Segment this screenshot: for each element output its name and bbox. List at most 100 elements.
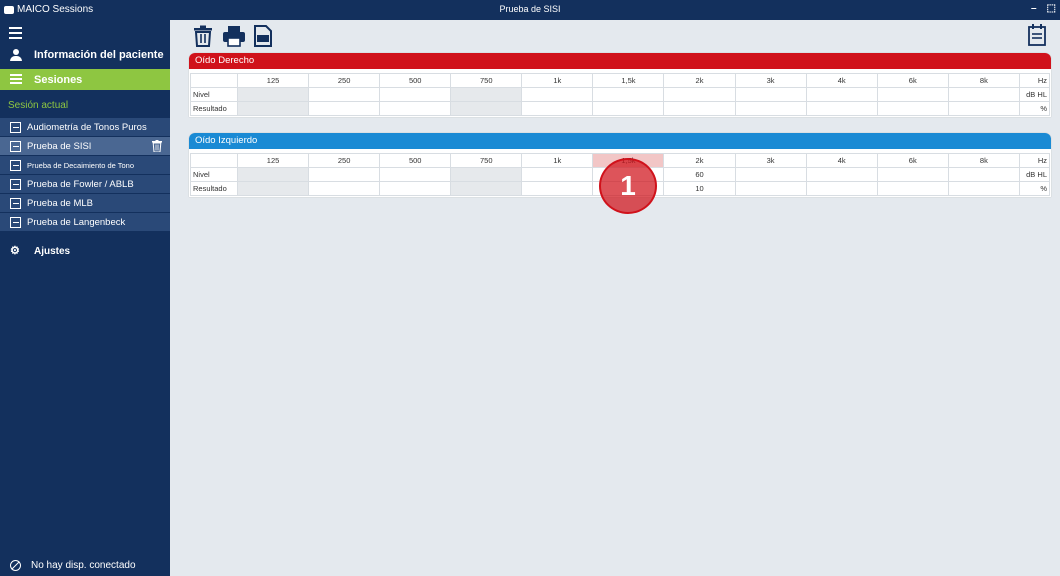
calendar-icon[interactable] bbox=[1028, 24, 1046, 46]
test-grid-icon bbox=[10, 140, 21, 152]
level-cell[interactable] bbox=[450, 87, 523, 102]
nav-patient-info-label: Información del paciente bbox=[34, 49, 164, 61]
delete-session-trash-icon[interactable] bbox=[193, 25, 213, 47]
level-cell[interactable] bbox=[521, 87, 594, 102]
sidebar-item-mlb[interactable]: Prueba de MLB bbox=[0, 194, 170, 213]
freq-header: 500 bbox=[379, 153, 452, 168]
result-cell[interactable]: 10 bbox=[663, 181, 736, 196]
test-grid-icon bbox=[10, 178, 21, 190]
right-ear-title: Oído Derecho bbox=[189, 53, 1051, 69]
result-cell[interactable] bbox=[450, 101, 523, 116]
freq-header: 4k bbox=[805, 153, 878, 168]
level-cell[interactable] bbox=[947, 167, 1021, 182]
freq-header: 125 bbox=[236, 73, 310, 88]
result-cell[interactable] bbox=[236, 181, 310, 196]
level-cell[interactable] bbox=[592, 87, 665, 102]
result-cell[interactable] bbox=[379, 101, 452, 116]
sidebar-item-fowler[interactable]: Prueba de Fowler / ABLB bbox=[0, 175, 170, 194]
result-cell[interactable] bbox=[805, 181, 878, 196]
result-cell[interactable] bbox=[734, 181, 807, 196]
freq-header: 250 bbox=[308, 73, 381, 88]
level-cell[interactable] bbox=[876, 87, 949, 102]
freq-header: 3k bbox=[734, 73, 807, 88]
result-cell[interactable] bbox=[876, 181, 949, 196]
level-cell[interactable] bbox=[379, 167, 452, 182]
level-cell[interactable] bbox=[236, 167, 310, 182]
level-cell[interactable] bbox=[236, 87, 310, 102]
minimize-button[interactable]: – bbox=[1031, 3, 1037, 14]
sidebar: Información del paciente Sesiones Sesión… bbox=[0, 20, 170, 576]
sidebar-item-label: Prueba de MLB bbox=[27, 197, 94, 209]
nav-sessions[interactable]: Sesiones bbox=[0, 69, 170, 90]
result-row-label: Resultado bbox=[190, 181, 238, 196]
nav-settings-label: Ajustes bbox=[34, 245, 71, 257]
sidebar-item-label: Prueba de Decaimiento de Tono bbox=[27, 160, 135, 170]
result-cell[interactable] bbox=[947, 181, 1021, 196]
maximize-button[interactable]: ⬚ bbox=[1047, 3, 1056, 14]
window-controls: – ⬚ bbox=[1031, 3, 1056, 14]
level-cell[interactable] bbox=[308, 167, 381, 182]
gears-icon: ⚙ bbox=[10, 245, 20, 257]
freq-header: 1k bbox=[521, 153, 594, 168]
level-cell[interactable]: 60 bbox=[663, 167, 736, 182]
sidebar-item-label: Prueba de Fowler / ABLB bbox=[27, 178, 134, 190]
nav-settings[interactable]: ⚙ Ajustes bbox=[0, 241, 170, 261]
trash-icon[interactable] bbox=[152, 140, 162, 152]
freq-header: 750 bbox=[450, 73, 523, 88]
freq-header: 8k bbox=[947, 73, 1021, 88]
level-cell[interactable] bbox=[947, 87, 1021, 102]
right-ear-panel: Oído Derecho 125 250 500 750 1k 1,5k 2k … bbox=[189, 53, 1051, 117]
result-cell[interactable] bbox=[805, 101, 878, 116]
level-cell[interactable] bbox=[308, 87, 381, 102]
table-row: Nivel dB HL bbox=[190, 87, 1050, 102]
level-cell[interactable] bbox=[876, 167, 949, 182]
header-corner-cell bbox=[190, 73, 238, 88]
level-cell[interactable] bbox=[805, 87, 878, 102]
result-cell[interactable] bbox=[236, 101, 310, 116]
result-cell[interactable] bbox=[450, 181, 523, 196]
device-status-text: No hay disp. conectado bbox=[31, 560, 136, 571]
left-ear-title: Oído Izquierdo bbox=[189, 133, 1051, 149]
hamburger-menu-icon[interactable] bbox=[9, 27, 22, 42]
result-row-label: Resultado bbox=[190, 101, 238, 116]
result-cell[interactable] bbox=[734, 101, 807, 116]
result-cell[interactable] bbox=[379, 181, 452, 196]
print-icon[interactable] bbox=[222, 25, 246, 47]
sidebar-item-tone-decay[interactable]: Prueba de Decaimiento de Tono bbox=[0, 156, 170, 175]
freq-unit: Hz bbox=[1019, 153, 1050, 168]
level-cell[interactable] bbox=[805, 167, 878, 182]
test-grid-icon bbox=[10, 159, 21, 171]
sidebar-item-langenbeck[interactable]: Prueba de Langenbeck bbox=[0, 213, 170, 232]
nav-patient-info[interactable]: Información del paciente bbox=[0, 44, 170, 66]
table-row: Resultado % bbox=[190, 101, 1050, 116]
table-row: 125 250 500 750 1k 1,5k 2k 3k 4k 6k 8k H… bbox=[190, 73, 1050, 88]
level-cell[interactable] bbox=[521, 167, 594, 182]
freq-header: 3k bbox=[734, 153, 807, 168]
level-cell[interactable] bbox=[450, 167, 523, 182]
result-cell[interactable] bbox=[663, 101, 736, 116]
sidebar-item-sisi[interactable]: Prueba de SISI bbox=[0, 137, 170, 156]
freq-header: 1,5k bbox=[592, 73, 665, 88]
level-cell[interactable] bbox=[663, 87, 736, 102]
sidebar-item-pure-tone[interactable]: Audiometría de Tonos Puros bbox=[0, 118, 170, 137]
audiogram-icon bbox=[10, 121, 21, 133]
header-corner-cell bbox=[190, 153, 238, 168]
test-grid-icon bbox=[10, 197, 21, 209]
result-cell[interactable] bbox=[308, 101, 381, 116]
level-cell[interactable] bbox=[734, 87, 807, 102]
nav-sessions-label: Sesiones bbox=[34, 73, 83, 86]
freq-header: 2k bbox=[663, 73, 736, 88]
level-row-label: Nivel bbox=[190, 167, 238, 182]
result-cell[interactable] bbox=[308, 181, 381, 196]
callout-badge: 1 bbox=[599, 158, 657, 214]
no-device-icon bbox=[10, 560, 21, 571]
result-cell[interactable] bbox=[876, 101, 949, 116]
result-cell[interactable] bbox=[947, 101, 1021, 116]
level-cell[interactable] bbox=[734, 167, 807, 182]
result-cell[interactable] bbox=[521, 181, 594, 196]
result-cell[interactable] bbox=[521, 101, 594, 116]
level-cell[interactable] bbox=[379, 87, 452, 102]
window-title: Prueba de SISI bbox=[499, 4, 561, 14]
result-cell[interactable] bbox=[592, 101, 665, 116]
pdf-export-icon[interactable] bbox=[254, 25, 272, 47]
